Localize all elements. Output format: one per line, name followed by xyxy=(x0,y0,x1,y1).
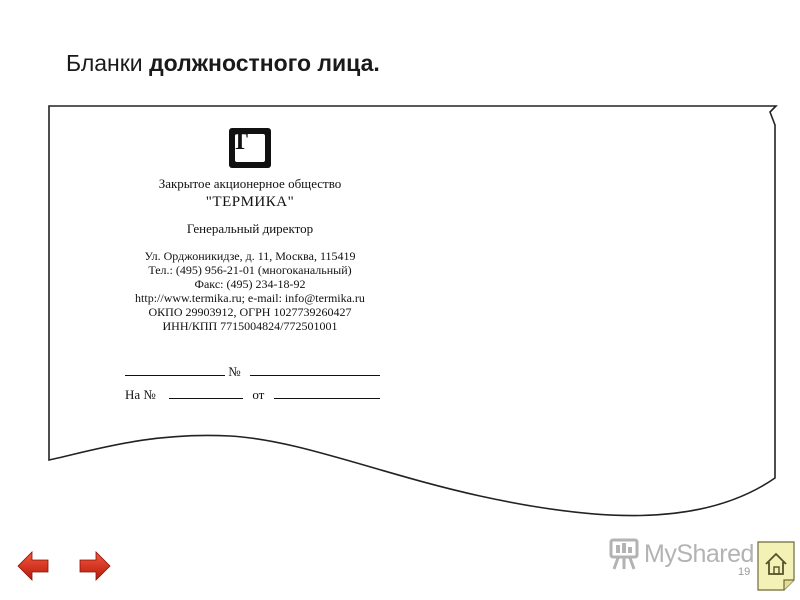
official-position: Генеральный директор xyxy=(186,221,314,236)
company-logo-letter: T xyxy=(232,129,249,155)
arrow-right-icon[interactable] xyxy=(78,549,112,583)
company-logo: T ® xyxy=(229,128,271,168)
number-label: № xyxy=(228,364,241,379)
myshared-logo-icon xyxy=(609,538,639,570)
contact-address: Ул. Орджоникидзе, д. 11, Москва, 115419 xyxy=(144,249,356,263)
reply-date-blank xyxy=(273,386,380,399)
reply-to-line: На № от xyxy=(125,386,380,403)
contact-fax: Факс: (495) 234-18-92 xyxy=(194,277,306,291)
letterhead: T ® Закрытое акционерное общество "ТЕРМИ… xyxy=(110,128,390,333)
registered-mark: ® xyxy=(264,160,270,167)
date-blank xyxy=(125,363,225,376)
contact-phone: Тел.: (495) 956-21-01 (многоканальный) xyxy=(148,263,352,277)
contact-block: Ул. Орджоникидзе, д. 11, Москва, 115419 … xyxy=(110,249,390,333)
letterhead-form-sample: T ® Закрытое акционерное общество "ТЕРМИ… xyxy=(0,0,800,600)
brand-watermark: MyShared xyxy=(608,536,754,572)
arrow-left-icon[interactable] xyxy=(16,549,50,583)
org-name: "ТЕРМИКА" xyxy=(205,194,295,210)
contact-web-email: http://www.termika.ru; e-mail: info@term… xyxy=(135,291,365,305)
contact-inn-kpp: ИНН/КПП 7715004824/772501001 xyxy=(162,319,338,333)
brand-name: MyShared xyxy=(644,539,754,568)
page-number: 19 xyxy=(738,566,751,578)
outgoing-number-line: № xyxy=(125,363,380,380)
org-type: Закрытое акционерное общество xyxy=(158,176,342,191)
number-blank xyxy=(249,363,380,376)
reply-date-label: от xyxy=(252,387,265,402)
contact-okpo-ogrn: ОКПО 29903912, ОГРН 1027739260427 xyxy=(148,305,352,319)
home-icon[interactable] xyxy=(756,540,796,592)
reply-number-blank xyxy=(169,386,244,399)
reply-number-label: На № xyxy=(125,387,156,402)
